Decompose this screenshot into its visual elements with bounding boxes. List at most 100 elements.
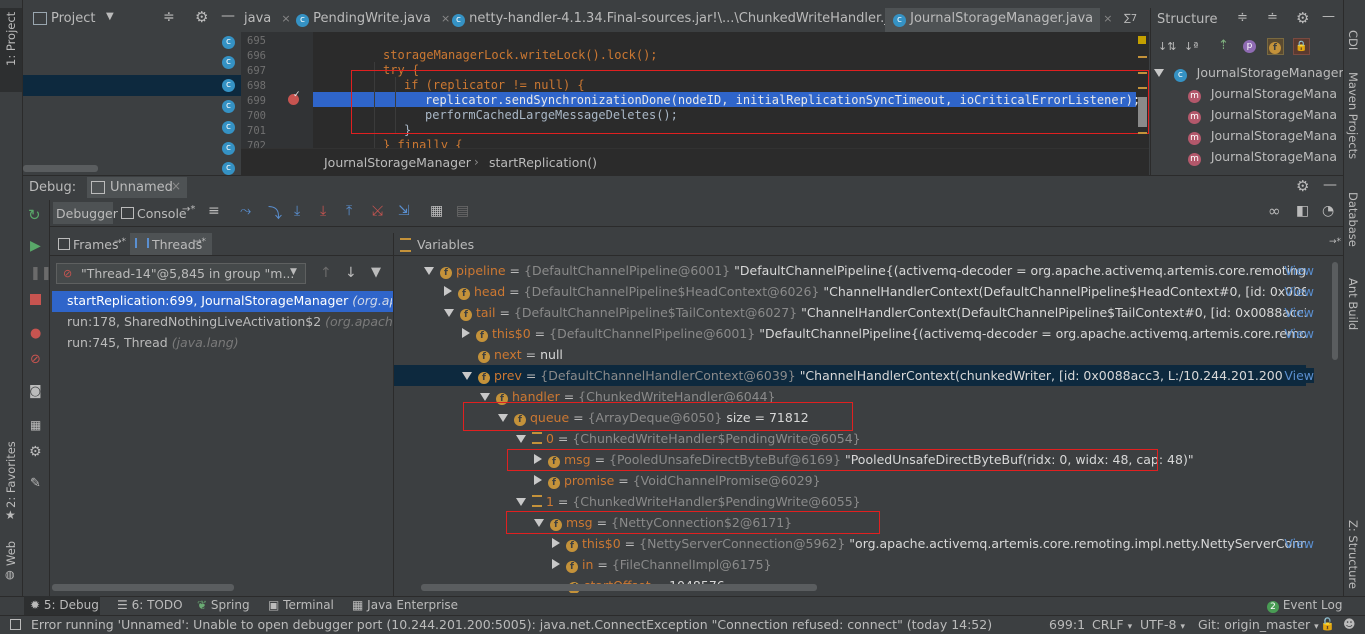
variable-row-this0[interactable]: f this$0 = {DefaultChannelPipeline@6001}…	[462, 323, 1338, 344]
stack-frame[interactable]: run:178, SharedNothingLiveActivation$2 (…	[67, 314, 392, 329]
up-arrow-icon[interactable]: ↑	[320, 265, 332, 281]
view-link[interactable]: View	[1284, 368, 1314, 383]
status-position[interactable]: 699:1	[1049, 617, 1085, 632]
drop-frame-icon[interactable]: ⤩	[372, 203, 383, 219]
variables-vscrollbar[interactable]	[1332, 262, 1338, 360]
threads-restore-icon[interactable]: →*	[194, 237, 206, 247]
inspector-icon[interactable]: ☻	[1343, 617, 1356, 631]
variable-row-this0[interactable]: f this$0 = {NettyServerConnection@5962} …	[552, 533, 1338, 554]
step-over-icon[interactable]: ⤵	[268, 203, 282, 223]
project-side-label[interactable]: 1: Project	[4, 12, 18, 66]
variable-row-promise[interactable]: f promise = {VoidChannelPromise@6029}	[534, 470, 821, 491]
step-into-icon[interactable]: ⤓	[294, 203, 300, 219]
view-breakpoints-icon[interactable]: ●	[30, 326, 41, 341]
restore-layout-icon[interactable]: →*	[182, 204, 195, 215]
status-encoding[interactable]: UTF-8 ▾	[1140, 617, 1185, 632]
variable-row-head[interactable]: f head = {DefaultChannelPipeline$HeadCon…	[444, 281, 1338, 302]
variable-row-next[interactable]: f next = null	[478, 344, 563, 365]
close-icon[interactable]: ×	[171, 179, 181, 193]
layout-icon[interactable]: ▦	[30, 418, 41, 432]
cdi-side-label[interactable]: CDI	[1346, 30, 1360, 50]
editor-tab-pendingwrite[interactable]: c PendingWrite.java ×	[296, 8, 450, 30]
view-link[interactable]: View	[1284, 326, 1314, 341]
project-panel-title[interactable]: Project	[51, 11, 95, 26]
chevron-down-icon[interactable]	[462, 372, 472, 380]
status-toggle-icon[interactable]	[10, 619, 21, 630]
chevron-right-icon[interactable]	[552, 538, 560, 548]
chevron-right-icon[interactable]	[462, 328, 470, 338]
stack-frame[interactable]: run:745, Thread (java.lang)	[67, 335, 392, 350]
console-tab[interactable]: Console	[137, 206, 187, 221]
show-properties-icon[interactable]: p	[1243, 40, 1256, 53]
variable-row-element-0[interactable]: 0 = {ChunkedWriteHandler$PendingWrite@60…	[516, 428, 861, 449]
mute-breakpoints-icon[interactable]: ⊘	[30, 352, 41, 367]
show-execution-point-icon[interactable]: ⤳	[240, 203, 251, 219]
frames-restore-icon[interactable]: →*	[114, 237, 126, 247]
stop-icon[interactable]	[30, 294, 41, 305]
hide-panel-icon[interactable]: —	[1323, 177, 1337, 193]
favorites-side-label[interactable]: 2: Favorites	[4, 441, 18, 508]
status-line-separator[interactable]: CRLF ▾	[1092, 617, 1132, 632]
stack-frame[interactable]: startReplication:699, JournalStorageMana…	[67, 293, 392, 308]
view-link[interactable]: View	[1284, 536, 1314, 551]
project-view-dropdown-icon[interactable]: ▼	[106, 11, 114, 22]
show-non-public-icon[interactable]: 🔒	[1293, 38, 1310, 55]
web-side-label[interactable]: Web	[4, 541, 18, 566]
hide-panel-icon[interactable]: —	[1322, 9, 1335, 24]
event-log-tab[interactable]: 2 Event Log	[1267, 598, 1342, 613]
close-icon[interactable]: ×	[281, 12, 290, 25]
variables-hscrollbar[interactable]	[421, 584, 817, 591]
variables-restore-icon[interactable]: →*	[1329, 237, 1341, 247]
chevron-down-icon[interactable]	[516, 498, 526, 506]
chevron-down-icon[interactable]	[424, 267, 434, 275]
close-icon[interactable]: ×	[1103, 12, 1112, 25]
bottom-tab-todo[interactable]: ☰ 6: TODO	[117, 598, 183, 612]
collapse-all-icon[interactable]: ≐	[1267, 10, 1278, 25]
expand-all-icon[interactable]: ≑	[1237, 10, 1248, 25]
frames-tab[interactable]: Frames	[73, 237, 118, 252]
gear-icon[interactable]: ⚙	[195, 8, 208, 26]
gear-icon[interactable]: ⚙	[1296, 9, 1309, 27]
structure-member[interactable]: m JournalStorageMana	[1188, 148, 1337, 166]
project-hscrollbar[interactable]	[23, 165, 98, 172]
rerun-icon[interactable]: ↻	[28, 206, 41, 224]
sort-visibility-icon[interactable]: ↓⇅	[1158, 40, 1176, 53]
restore-icon[interactable]: ◧	[1296, 203, 1309, 219]
show-fields-icon[interactable]: f	[1267, 38, 1284, 55]
resume-icon[interactable]: ▶	[30, 238, 41, 254]
ant-side-label[interactable]: Ant Build	[1346, 278, 1360, 330]
editor-tab-chunkedwritehandler[interactable]: c netty-handler-4.1.34.Final-sources.jar…	[452, 8, 931, 30]
watches-icon[interactable]: ∞	[1268, 202, 1281, 220]
bottom-tab-debug[interactable]: ✹ 5: Debug	[30, 598, 99, 612]
status-git-branch[interactable]: Git: origin_master ▾	[1198, 617, 1319, 632]
chevron-down-icon[interactable]	[444, 309, 454, 317]
memory-icon[interactable]: ◔	[1322, 203, 1334, 219]
run-to-cursor-icon[interactable]: ⇲	[398, 203, 410, 219]
bottom-tab-java-enterprise[interactable]: ▦ Java Enterprise	[352, 598, 458, 612]
collapse-all-icon[interactable]: ≑	[163, 9, 175, 25]
settings-icon[interactable]: ⚙	[29, 444, 42, 460]
breadcrumb-method[interactable]: startReplication()	[489, 155, 597, 170]
force-step-into-icon[interactable]: ⤓	[320, 203, 326, 219]
variable-row-tail[interactable]: f tail = {DefaultChannelPipeline$TailCon…	[444, 302, 1338, 323]
pin-icon[interactable]: ✎	[30, 476, 41, 491]
sort-alpha-icon[interactable]: ↓ª	[1184, 40, 1198, 53]
maven-side-label[interactable]: Maven Projects	[1346, 72, 1360, 159]
view-link[interactable]: View	[1284, 284, 1314, 299]
editor-tab-partial[interactable]: java ×	[244, 8, 291, 30]
gear-icon[interactable]: ⚙	[1296, 177, 1309, 195]
status-message[interactable]: Error running 'Unnamed': Unable to open …	[31, 617, 992, 632]
lock-icon[interactable]: 🔓	[1320, 617, 1335, 631]
close-icon[interactable]: ×	[441, 12, 450, 25]
step-out-icon[interactable]: ⤒	[346, 203, 352, 219]
variable-row-prev[interactable]: f prev = {DefaultChannelHandlerContext@6…	[462, 365, 1338, 386]
chevron-down-icon[interactable]	[480, 393, 490, 401]
breadcrumb-class[interactable]: JournalStorageManager	[324, 155, 471, 170]
bottom-tab-terminal[interactable]: ▣ Terminal	[268, 598, 334, 612]
view-link[interactable]: View	[1284, 263, 1314, 278]
variable-row-in[interactable]: f in = {FileChannelImpl@6175}	[552, 554, 772, 575]
editor-tab-journalstoragemanager[interactable]: c JournalStorageManager.java ×	[885, 8, 1112, 32]
view-link[interactable]: View	[1284, 305, 1314, 320]
scroll-thumb[interactable]	[1138, 97, 1147, 127]
hide-panel-icon[interactable]: —	[221, 8, 235, 24]
